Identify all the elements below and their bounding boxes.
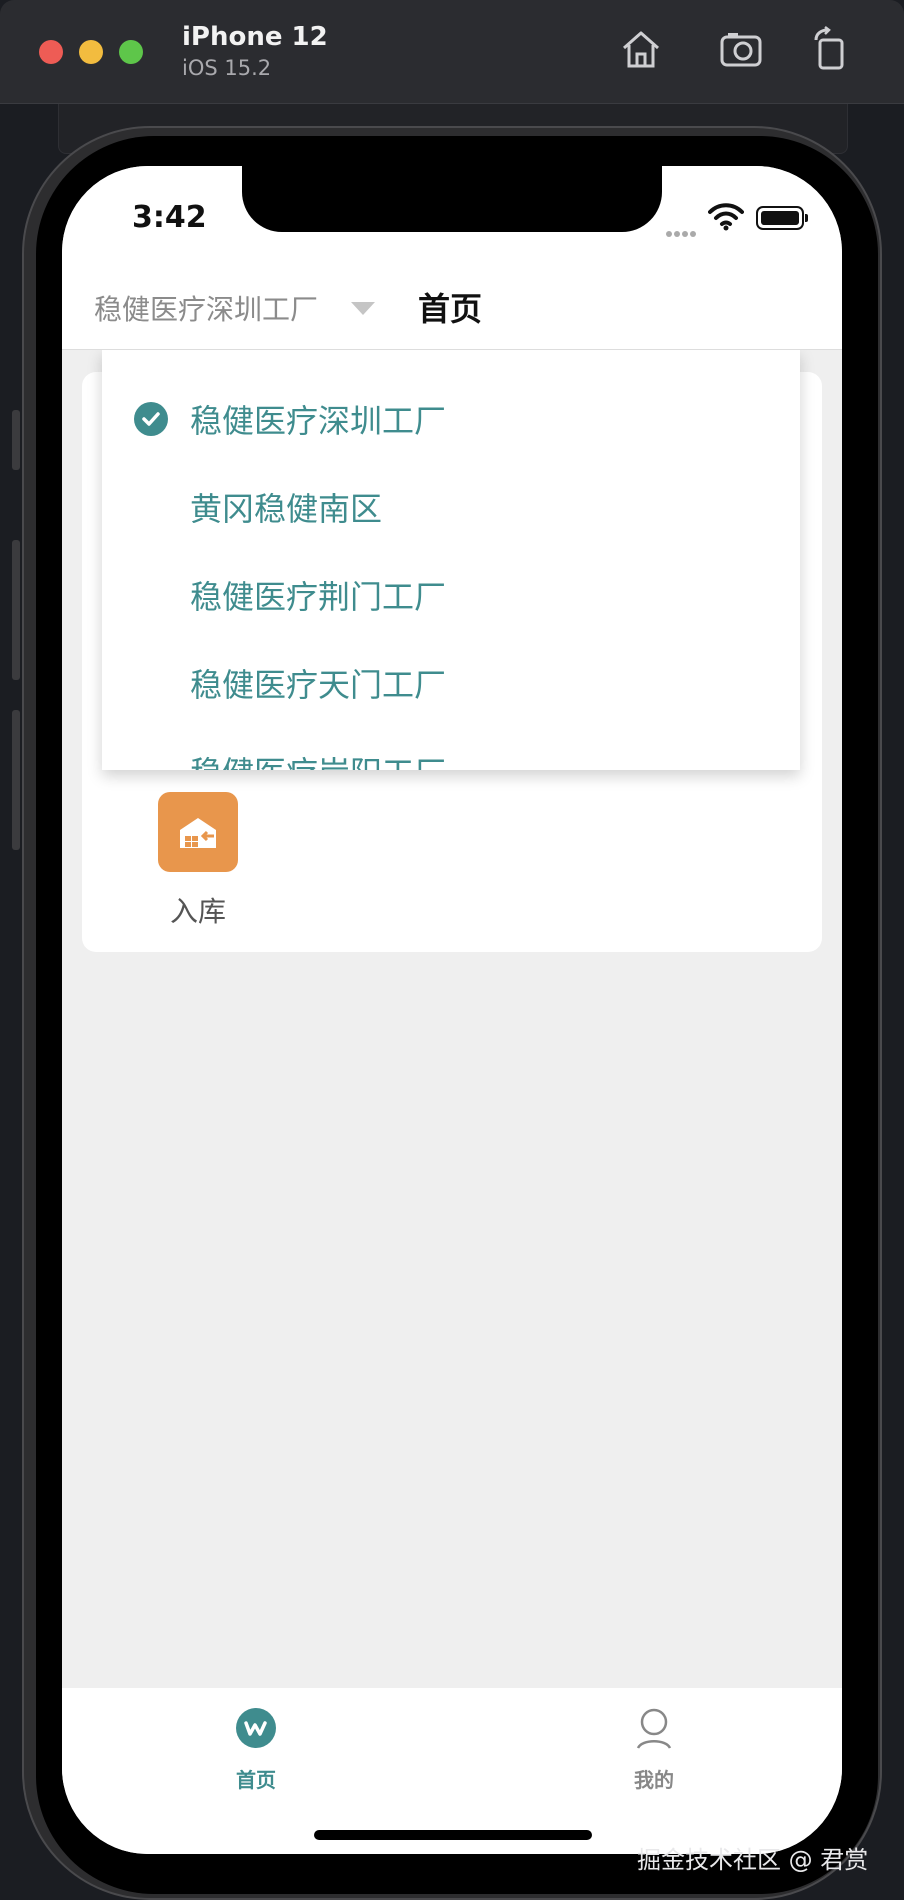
tab-label: 首页	[236, 1768, 276, 1792]
tile-label: 入库	[169, 895, 226, 928]
signal-icon	[666, 222, 698, 241]
camera-icon	[720, 33, 762, 67]
tab-profile[interactable]: 我的	[594, 1706, 714, 1793]
checkmark-icon	[134, 402, 168, 436]
dropdown-item[interactable]: 稳健医疗岸阳工厂	[190, 748, 446, 770]
simulator-title-bar: iPhone 12 iOS 15.2	[0, 0, 904, 104]
volume-up-button	[12, 540, 20, 680]
phone-screen: 3:42 稳健医疗深圳工厂 首页 入库 稳健医疗深圳工厂 黄冈稳健南区 稳健医疗…	[62, 166, 842, 1854]
tab-label: 我的	[634, 1768, 674, 1792]
battery-icon	[756, 206, 808, 230]
device-name: iPhone 12	[182, 22, 328, 52]
wifi-icon	[708, 203, 744, 231]
factory-dropdown: 稳健医疗深圳工厂 黄冈稳健南区 稳健医疗荆门工厂 稳健医疗天门工厂 稳健医疗岸阳…	[102, 350, 800, 770]
rotate-icon	[814, 26, 844, 70]
volume-down-button	[12, 710, 20, 850]
minimize-window-button[interactable]	[79, 40, 103, 64]
status-time: 3:42	[132, 200, 207, 235]
watermark: 掘金技术社区 @ 君赏	[637, 1846, 869, 1874]
page-title: 首页	[418, 290, 483, 328]
notch	[242, 166, 662, 232]
screenshot-button[interactable]	[718, 26, 764, 72]
home-logo-icon	[236, 1708, 276, 1748]
close-window-button[interactable]	[39, 40, 63, 64]
rotate-button[interactable]	[808, 26, 854, 72]
mute-switch	[12, 410, 20, 470]
home-icon	[623, 31, 659, 68]
tab-home[interactable]: 首页	[196, 1706, 316, 1793]
zoom-window-button[interactable]	[119, 40, 143, 64]
home-indicator	[314, 1830, 592, 1840]
dropdown-item[interactable]: 稳健医疗天门工厂	[190, 660, 446, 706]
dropdown-item[interactable]: 稳健医疗深圳工厂	[190, 396, 446, 442]
profile-icon	[636, 1708, 672, 1749]
home-button[interactable]	[618, 26, 664, 72]
navigation-bar: 稳健医疗深圳工厂 首页	[62, 266, 842, 350]
dropdown-item[interactable]: 稳健医疗荆门工厂	[190, 572, 446, 618]
inbound-tile[interactable]: 入库	[158, 792, 238, 930]
os-version: iOS 15.2	[182, 56, 272, 80]
caret-down-icon[interactable]	[351, 302, 375, 315]
warehouse-inbound-icon	[158, 792, 238, 872]
factory-selector[interactable]: 稳健医疗深圳工厂	[94, 288, 318, 328]
dropdown-item[interactable]: 黄冈稳健南区	[190, 484, 382, 530]
